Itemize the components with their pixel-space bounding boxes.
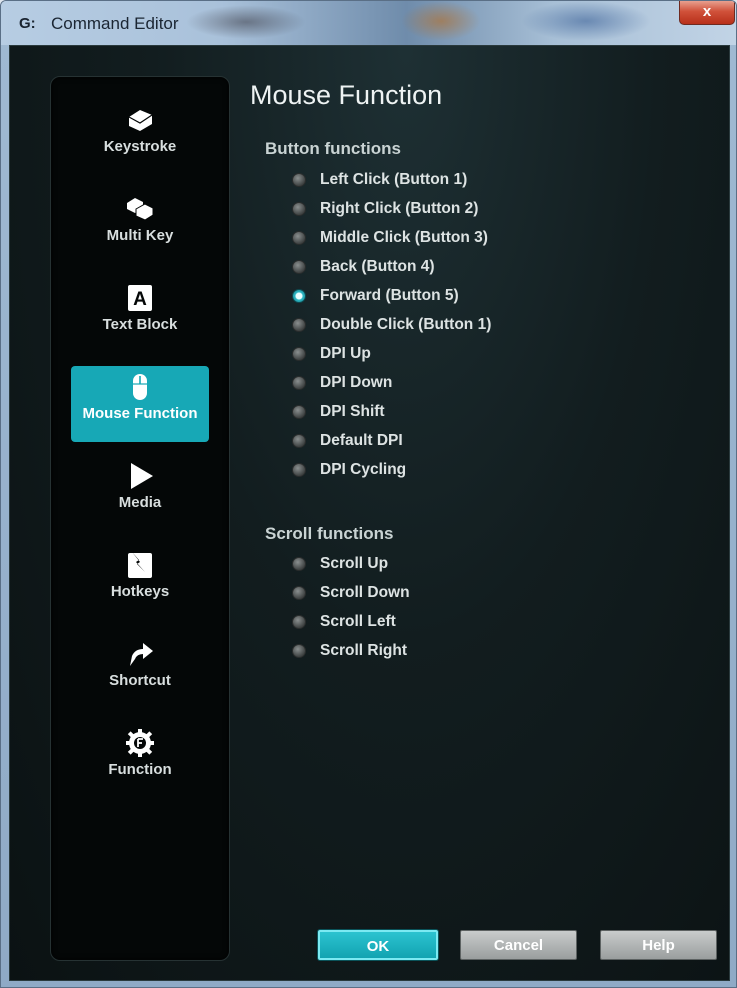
sidebar-item-label: Multi Key xyxy=(106,227,174,244)
sidebar-item-label: Shortcut xyxy=(109,672,171,689)
radio-label: Scroll Right xyxy=(320,642,407,659)
radio-indicator[interactable] xyxy=(292,405,306,419)
logitech-logo-icon: G: xyxy=(19,15,36,32)
radio-indicator[interactable] xyxy=(292,376,306,390)
radio-back[interactable]: Back (Button 4) xyxy=(292,256,435,278)
play-icon xyxy=(131,463,153,489)
radio-indicator[interactable] xyxy=(292,173,306,187)
radio-indicator[interactable] xyxy=(292,615,306,629)
radio-scroll-down[interactable]: Scroll Down xyxy=(292,582,410,604)
sidebar-item-text-block[interactable]: A Text Block xyxy=(71,277,209,353)
sidebar-item-keystroke[interactable]: Keystroke xyxy=(71,99,209,175)
scroll-functions-heading: Scroll functions xyxy=(265,524,394,543)
radio-label: Scroll Up xyxy=(320,555,389,572)
sidebar-item-hotkeys[interactable]: Hotkeys xyxy=(71,544,209,620)
radio-indicator[interactable] xyxy=(292,231,306,245)
radio-default-dpi[interactable]: Default DPI xyxy=(292,430,403,452)
shortcut-arrow-icon xyxy=(130,643,153,666)
button-functions-heading: Button functions xyxy=(265,139,401,158)
radio-indicator[interactable] xyxy=(292,260,306,274)
sidebar-item-shortcut[interactable]: Shortcut xyxy=(71,633,209,709)
sidebar-item-label: Media xyxy=(118,494,162,511)
radio-left-click[interactable]: Left Click (Button 1) xyxy=(292,169,467,191)
sidebar-item-label: Text Block xyxy=(102,316,178,333)
sidebar-item-function[interactable]: Function xyxy=(71,722,209,798)
radio-label: Scroll Down xyxy=(320,584,410,601)
text-block-icon: A xyxy=(128,285,152,311)
radio-label: Forward (Button 5) xyxy=(320,287,459,304)
radio-indicator[interactable] xyxy=(292,318,306,332)
multi-keycap-icon xyxy=(127,198,154,221)
radio-dpi-down[interactable]: DPI Down xyxy=(292,372,392,394)
function-gear-icon xyxy=(126,729,154,757)
radio-indicator[interactable] xyxy=(292,463,306,477)
radio-label: Right Click (Button 2) xyxy=(320,200,479,217)
hotkey-icon xyxy=(128,552,152,578)
radio-label: DPI Cycling xyxy=(320,461,407,478)
radio-indicator[interactable] xyxy=(292,202,306,216)
sidebar-item-label: Keystroke xyxy=(103,138,177,155)
page-title: Mouse Function xyxy=(250,80,443,110)
radio-label: DPI Shift xyxy=(320,403,385,420)
help-button[interactable]: Help xyxy=(600,930,717,960)
sidebar-item-label: Mouse Function xyxy=(82,405,198,422)
window-title: Command Editor xyxy=(51,14,179,33)
radio-indicator[interactable] xyxy=(292,644,306,658)
mouse-icon xyxy=(133,374,147,400)
sidebar-item-media[interactable]: Media xyxy=(71,455,209,531)
cancel-button[interactable]: Cancel xyxy=(460,930,577,960)
command-type-sidebar: Keystroke Multi Key A Text Block Mouse F… xyxy=(50,76,230,961)
sidebar-item-label: Function xyxy=(108,761,172,778)
radio-dpi-cycling[interactable]: DPI Cycling xyxy=(292,459,406,481)
close-button[interactable]: x xyxy=(679,1,735,25)
ok-button[interactable]: OK xyxy=(318,930,438,960)
radio-indicator[interactable] xyxy=(292,347,306,361)
radio-scroll-right[interactable]: Scroll Right xyxy=(292,640,407,662)
radio-label: DPI Down xyxy=(320,374,393,391)
radio-indicator[interactable] xyxy=(292,586,306,600)
command-editor-window: G: Command Editor x Keystroke Multi Key xyxy=(0,0,737,988)
text-block-glyph: A xyxy=(133,289,147,310)
radio-double-click[interactable]: Double Click (Button 1) xyxy=(292,314,491,336)
title-bar[interactable]: G: Command Editor x xyxy=(1,1,736,45)
radio-label: Middle Click (Button 3) xyxy=(320,229,488,246)
keycap-icon xyxy=(128,110,153,131)
radio-scroll-up[interactable]: Scroll Up xyxy=(292,553,388,575)
client-area: Keystroke Multi Key A Text Block Mouse F… xyxy=(9,45,730,981)
radio-label: DPI Up xyxy=(320,345,371,362)
radio-label: Double Click (Button 1) xyxy=(320,316,492,333)
radio-indicator[interactable] xyxy=(292,434,306,448)
radio-label: Back (Button 4) xyxy=(320,258,435,275)
radio-middle-click[interactable]: Middle Click (Button 3) xyxy=(292,227,488,249)
radio-forward[interactable]: Forward (Button 5) xyxy=(292,285,459,307)
sidebar-item-mouse-function[interactable]: Mouse Function xyxy=(71,366,209,442)
radio-indicator[interactable] xyxy=(292,557,306,571)
radio-label: Left Click (Button 1) xyxy=(320,171,468,188)
radio-right-click[interactable]: Right Click (Button 2) xyxy=(292,198,478,220)
radio-scroll-left[interactable]: Scroll Left xyxy=(292,611,396,633)
radio-dpi-up[interactable]: DPI Up xyxy=(292,343,371,365)
sidebar-item-label: Hotkeys xyxy=(110,583,170,600)
radio-label: Default DPI xyxy=(320,432,403,449)
radio-label: Scroll Left xyxy=(320,613,396,630)
radio-dpi-shift[interactable]: DPI Shift xyxy=(292,401,385,423)
radio-indicator-selected[interactable] xyxy=(292,289,306,303)
sidebar-item-multi-key[interactable]: Multi Key xyxy=(71,188,209,264)
